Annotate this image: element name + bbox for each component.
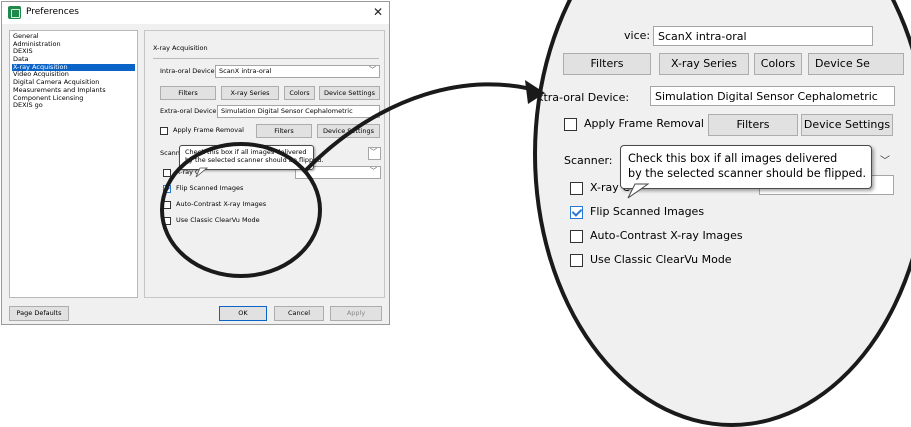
arrow-head-icon	[525, 80, 545, 104]
annotation-overlay	[160, 80, 650, 278]
tooltip-pointer	[195, 167, 209, 178]
zoom-tooltip-pointer	[627, 183, 650, 199]
highlight-ellipse	[160, 142, 322, 278]
connector-arrow-line	[304, 82, 543, 172]
